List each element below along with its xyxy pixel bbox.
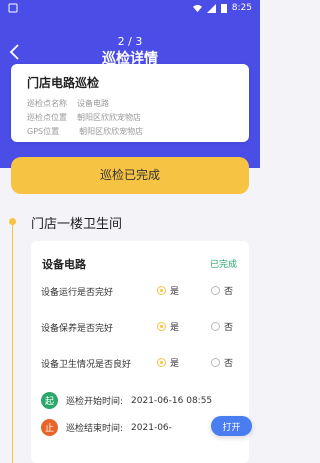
info-row-location: 巡检点位置 朝阳区欣欣宠物店 [27, 112, 141, 123]
question-label: 设备运行是否完好 [41, 288, 114, 298]
end-value: 2021-06- [131, 422, 172, 433]
radio-unselected-icon [211, 322, 220, 331]
radio-label: 是 [170, 359, 180, 369]
start-badge: 起 [41, 392, 58, 409]
radio-no[interactable]: 否 [211, 320, 233, 333]
radio-label: 否 [224, 323, 234, 333]
radio-no[interactable]: 否 [211, 284, 233, 297]
status-icons-left [8, 3, 18, 16]
radio-unselected-icon [211, 286, 220, 295]
radio-label: 是 [170, 323, 180, 333]
question-label: 设备保养是否完好 [41, 324, 114, 334]
end-label: 巡检结束时间: [66, 424, 124, 434]
wifi-icon [192, 4, 202, 12]
radio-selected-icon [157, 322, 166, 331]
radio-yes[interactable]: 是 [157, 356, 179, 369]
radio-yes[interactable]: 是 [157, 284, 179, 297]
info-value: 设备电路 [77, 99, 109, 108]
status-icons-right: 8:25 [192, 3, 252, 13]
info-row-gps: GPS位置 朝阳区欣欣宠物店 [27, 126, 143, 137]
info-value: 朝阳区欣欣宠物店 [77, 113, 141, 122]
info-value: 朝阳区欣欣宠物店 [79, 127, 144, 136]
end-badge: 止 [41, 419, 58, 436]
start-time-row: 起 巡检开始时间: 2021-06-16 08:55 [41, 392, 212, 409]
device-name: 设备电路 [42, 258, 86, 271]
start-label: 巡检开始时间: [66, 397, 124, 407]
page-indicator: 2 / 3 [117, 35, 143, 48]
info-label: GPS位置 [27, 127, 60, 136]
status-time: 8:25 [231, 3, 252, 13]
radio-selected-icon [157, 358, 166, 367]
radio-unselected-icon [211, 358, 220, 367]
radio-label: 否 [224, 287, 234, 297]
info-row-name: 巡检点名称 设备电路 [27, 98, 109, 109]
info-title: 门店电路巡检 [27, 76, 100, 90]
section-title: 门店一楼卫生间 [31, 217, 123, 232]
radio-label: 否 [224, 359, 234, 369]
timeline-line [12, 225, 13, 463]
info-label: 巡检点位置 [27, 113, 67, 122]
status-bar: 8:25 [0, 0, 260, 18]
end-time-row: 止 巡检结束时间: 2021-06- [41, 419, 172, 436]
info-label: 巡检点名称 [27, 99, 67, 108]
start-value: 2021-06-16 08:55 [131, 395, 213, 406]
inspection-complete-button[interactable]: 巡检已完成 [11, 157, 249, 194]
radio-selected-icon [157, 286, 166, 295]
radio-no[interactable]: 否 [211, 356, 233, 369]
question-label: 设备卫生情况是否良好 [41, 360, 132, 370]
status-badge: 已完成 [209, 260, 237, 270]
open-button[interactable]: 打开 [211, 416, 252, 436]
info-card: 门店电路巡检 巡检点名称 设备电路 巡检点位置 朝阳区欣欣宠物店 GPS位置 朝… [11, 64, 249, 142]
signal-icon [206, 3, 216, 13]
battery-icon [220, 4, 227, 13]
timeline-dot [9, 218, 16, 225]
radio-yes[interactable]: 是 [157, 320, 179, 333]
radio-label: 是 [170, 287, 180, 297]
